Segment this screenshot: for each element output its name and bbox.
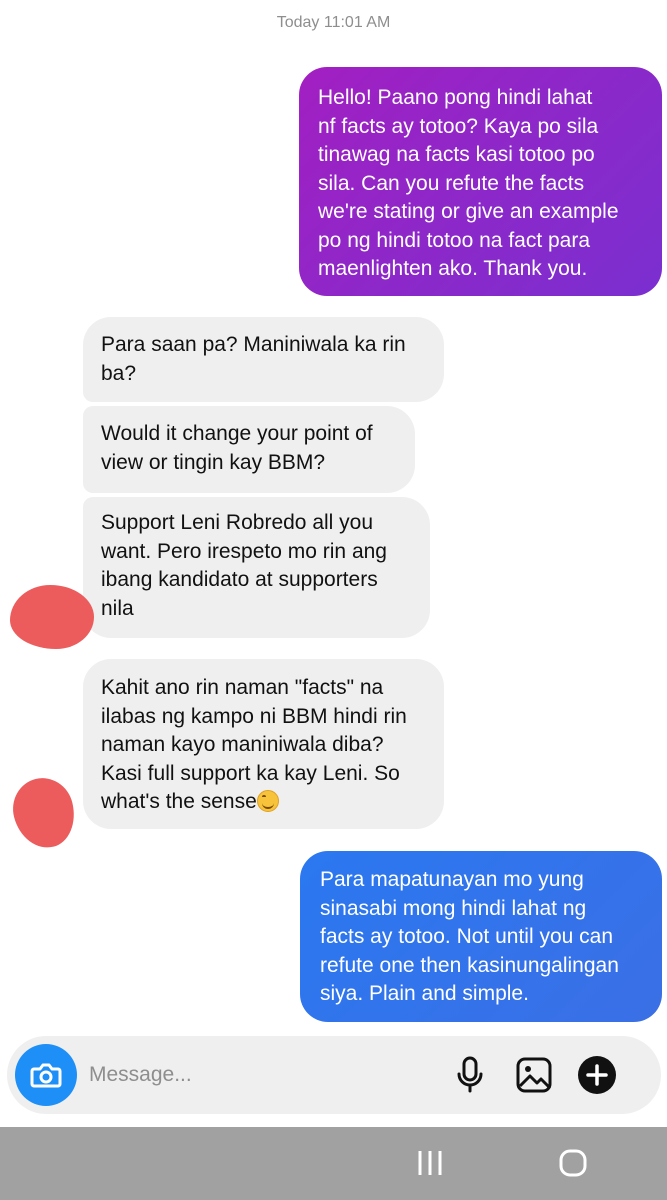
- image-icon[interactable]: [515, 1056, 553, 1094]
- redacted-avatar: [10, 585, 94, 649]
- thread-timestamp: Today 11:01 AM: [276, 14, 391, 31]
- redacted-avatar: [6, 771, 82, 855]
- camera-icon: [30, 1063, 62, 1088]
- incoming-message-text: Kahit ano rin naman "facts" na ilabas ng…: [101, 676, 407, 813]
- incoming-message[interactable]: Support Leni Robredo all you want. Pero …: [83, 497, 430, 638]
- home-icon[interactable]: [558, 1148, 588, 1178]
- plus-icon: [586, 1064, 608, 1086]
- smiling-face-emoji-icon: [256, 790, 279, 812]
- incoming-message[interactable]: Para saan pa? Maniniwala ka rin ba?: [83, 317, 444, 402]
- chat-screen: Today 11:01 AM Hello! Paano pong hindi l…: [0, 0, 667, 1200]
- camera-button[interactable]: [15, 1044, 77, 1106]
- recent-apps-icon[interactable]: [416, 1149, 446, 1177]
- add-button[interactable]: [578, 1056, 616, 1094]
- incoming-message[interactable]: Kahit ano rin naman "facts" na ilabas ng…: [83, 659, 444, 829]
- message-input[interactable]: Message...: [89, 1063, 192, 1087]
- outgoing-message[interactable]: Para mapatunayan mo yung sinasabi mong h…: [300, 851, 662, 1022]
- system-navigation-bar: [0, 1127, 667, 1200]
- incoming-message[interactable]: Would it change your point of view or ti…: [83, 406, 415, 493]
- message-composer: Message...: [7, 1036, 661, 1114]
- outgoing-message[interactable]: Hello! Paano pong hindi lahat nf facts a…: [299, 67, 662, 296]
- microphone-icon[interactable]: [456, 1056, 484, 1094]
